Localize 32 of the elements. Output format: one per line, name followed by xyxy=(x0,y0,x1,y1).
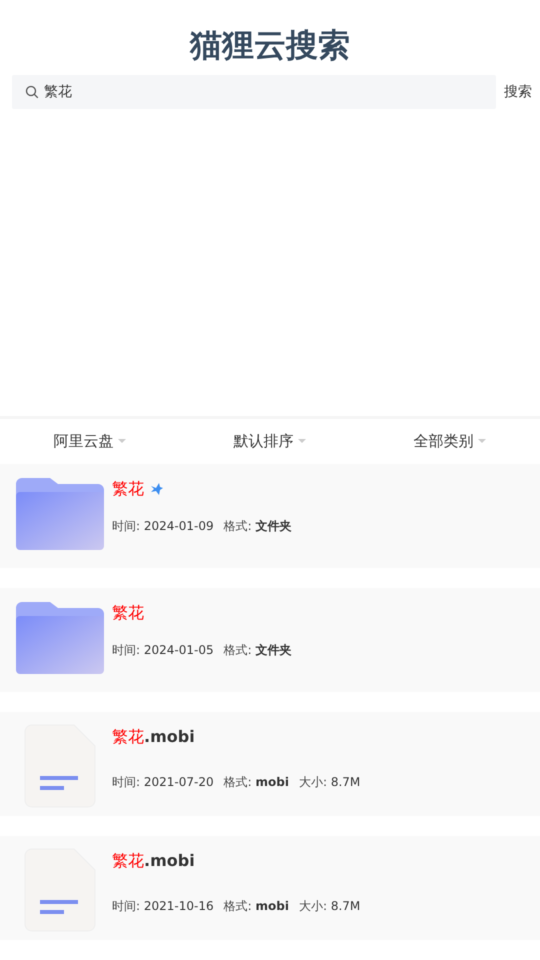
result-card[interactable]: 繁花 时间: 2024-01-09 格式: 文件夹 xyxy=(0,464,540,568)
result-card[interactable]: 繁花 时间: 2024-01-05 格式: 文件夹 xyxy=(0,588,540,692)
folder-icon xyxy=(16,602,104,676)
result-card[interactable]: 繁花.mobi 时间: 2021-10-16 格式: mobi 大小: 8.7M xyxy=(0,836,540,940)
folder-icon xyxy=(16,478,104,552)
result-name: 繁花 xyxy=(112,478,144,500)
filter-dropdown[interactable]: 默认排序 xyxy=(180,430,360,452)
search-button[interactable]: 搜索 xyxy=(504,83,532,102)
meta-text: 时间: 2024-01-09 xyxy=(112,518,214,535)
meta-text: 格式: 文件夹 xyxy=(224,518,292,535)
app-title: 猫狸云搜索 xyxy=(188,25,351,66)
search-field[interactable]: 繁花 xyxy=(12,75,496,110)
result-name: 繁花.mobi xyxy=(112,850,195,872)
filter-dropdown[interactable]: 全部类别 xyxy=(360,430,540,452)
filter-dropdown[interactable]: 阿里云盘 xyxy=(0,430,180,452)
document-icon xyxy=(24,848,96,932)
meta-text: 格式: 文件夹 xyxy=(224,642,292,659)
meta-text: 时间: 2021-07-20 xyxy=(112,774,214,791)
result-name: 繁花.mobi xyxy=(112,726,195,748)
document-icon xyxy=(24,724,96,808)
caret-icon xyxy=(116,438,126,444)
meta-text: 时间: 2024-01-05 xyxy=(112,642,214,659)
meta-text: 格式: mobi xyxy=(224,898,289,915)
meta-text: 格式: mobi xyxy=(224,774,289,791)
caret-icon xyxy=(476,438,486,444)
result-card[interactable]: 繁花.mobi 时间: 2021-07-20 格式: mobi 大小: 8.7M xyxy=(0,712,540,816)
meta-text: 大小: 8.7M xyxy=(298,774,360,791)
caret-icon xyxy=(296,438,306,444)
search-icon xyxy=(25,85,39,100)
result-name: 繁花 xyxy=(112,602,144,624)
meta-text: 时间: 2021-10-16 xyxy=(112,898,214,915)
meta-text: 大小: 8.7M xyxy=(298,898,360,915)
